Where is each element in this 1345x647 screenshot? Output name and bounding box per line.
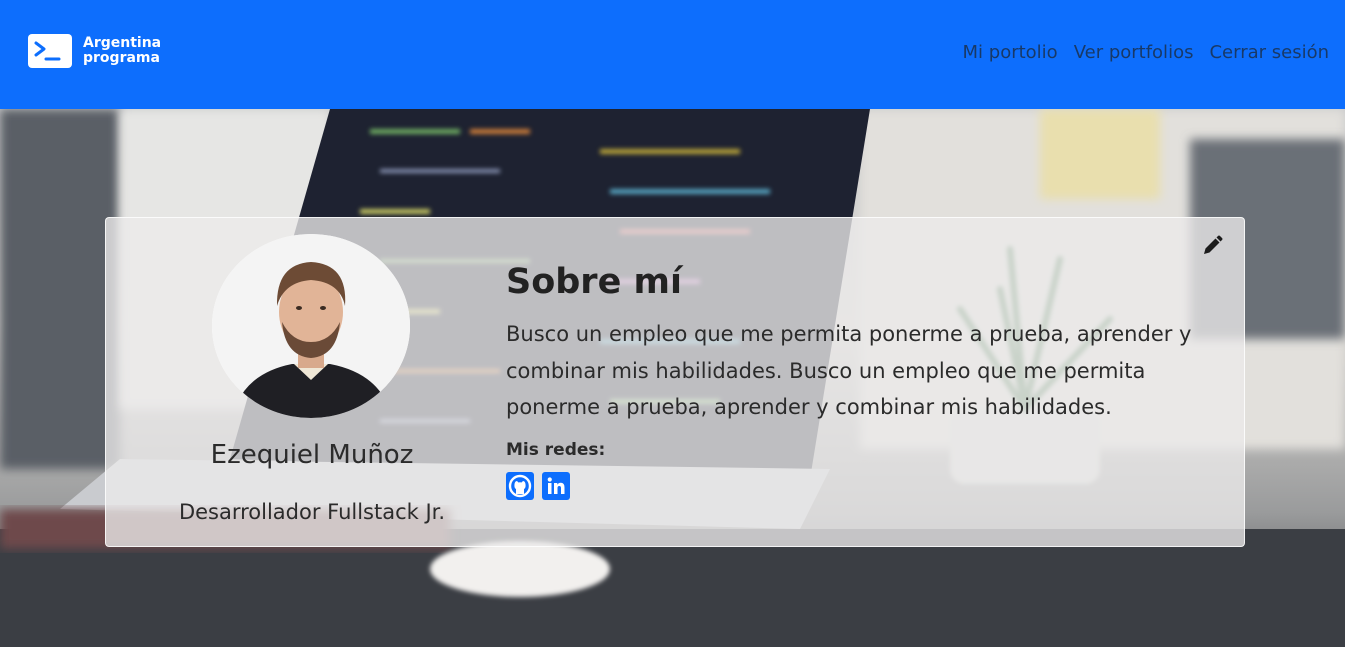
person-name: Ezequiel Muñoz: [210, 440, 414, 470]
nav-link-mi-portfolio[interactable]: Mi portolio: [963, 42, 1058, 63]
social-links: [506, 472, 578, 500]
terminal-prompt-icon: [28, 34, 72, 68]
about-text: Busco un empleo que me permita ponerme a…: [506, 322, 1192, 419]
person-role: Desarrollador Fullstack Jr.: [178, 500, 446, 524]
navbar: Argentina programa Mi portolio Ver portf…: [0, 0, 1345, 109]
github-icon[interactable]: [506, 472, 534, 500]
brand-line-1: Argentina: [83, 35, 162, 51]
social-label: Mis redes:: [506, 440, 606, 460]
brand-line-2: programa: [83, 50, 160, 66]
pencil-icon[interactable]: [1200, 234, 1224, 258]
nav-link-cerrar-sesion[interactable]: Cerrar sesión: [1209, 42, 1329, 63]
nav-link-ver-portfolios[interactable]: Ver portfolios: [1074, 42, 1194, 63]
brand-name: Argentina programa: [83, 36, 161, 66]
avatar: [212, 234, 410, 418]
linkedin-icon[interactable]: [542, 472, 570, 500]
brand-logo[interactable]: Argentina programa: [28, 34, 161, 68]
nav-links: Mi portolio Ver portfolios Cerrar sesión: [947, 42, 1329, 63]
about-card: Ezequiel Muñoz Desarrollador Fullstack J…: [105, 217, 1245, 547]
about-title: Sobre mí: [506, 262, 682, 302]
